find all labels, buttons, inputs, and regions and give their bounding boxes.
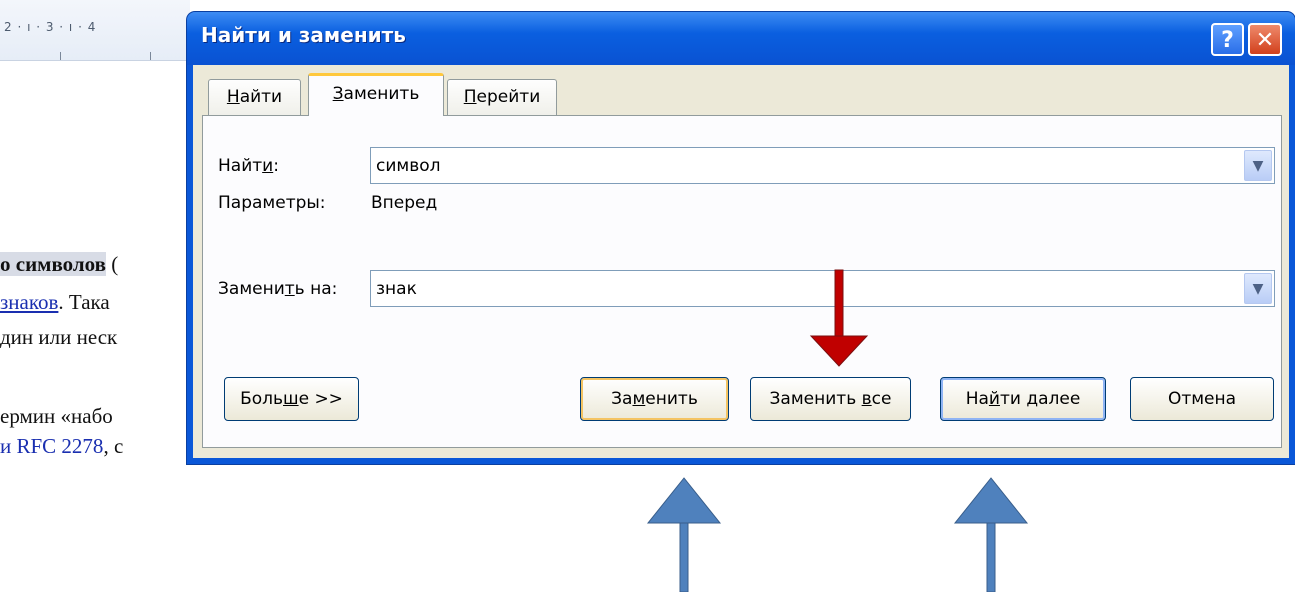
document-ruler: 2 · ı · 3 · ı · 4 [0,0,190,61]
ruler-numbers: 2 · ı · 3 · ı · 4 [4,20,97,34]
find-value: символ [376,156,441,176]
doc-line-1: о символов ( [0,252,119,276]
blue-up-arrow-icon [646,477,722,592]
doc-line-4: ермин «набо [0,404,113,428]
blue-up-arrow-icon [953,477,1029,592]
replace-button[interactable]: Заменить [580,377,729,421]
cancel-button[interactable]: Отмена [1130,377,1274,421]
replace-input[interactable]: знак ▼ [370,270,1275,307]
tab-find[interactable]: Найти [208,79,301,115]
help-icon[interactable]: ? [1211,23,1244,56]
doc-line-2: знаков. Така [0,290,110,314]
doc-line-5: и RFC 2278, с [0,434,124,458]
more-button[interactable]: Больше >> [224,377,359,421]
tab-replace[interactable]: Заменить [308,73,444,116]
doc-link[interactable]: и RFC 2278 [0,434,103,458]
chevron-down-icon[interactable]: ▼ [1244,273,1272,304]
tab-goto[interactable]: Перейти [447,79,557,115]
find-replace-dialog: Найти и заменить ? ✕ Найти Заменить Пере… [187,12,1295,464]
ruler-tick [150,52,151,60]
doc-link[interactable]: знаков [0,290,58,314]
replace-all-button[interactable]: Заменить все [750,377,911,421]
options-label: Параметры: [218,193,326,213]
dialog-client: Найти Заменить Перейти Найти: символ ▼ П… [193,65,1289,458]
chevron-down-icon[interactable]: ▼ [1244,150,1272,181]
replace-value: знак [376,279,417,299]
options-value: Вперед [371,193,438,213]
find-next-button[interactable]: Найти далее [940,377,1106,421]
dialog-title: Найти и заменить [201,23,406,47]
find-input[interactable]: символ ▼ [370,147,1275,184]
ruler-tick [60,52,61,60]
dialog-titlebar[interactable]: Найти и заменить ? ✕ [187,12,1295,65]
find-label: Найти: [218,156,279,176]
replace-label: Заменить на: [218,279,338,299]
doc-line-3: дин или неск [0,325,118,349]
close-icon[interactable]: ✕ [1248,23,1282,56]
